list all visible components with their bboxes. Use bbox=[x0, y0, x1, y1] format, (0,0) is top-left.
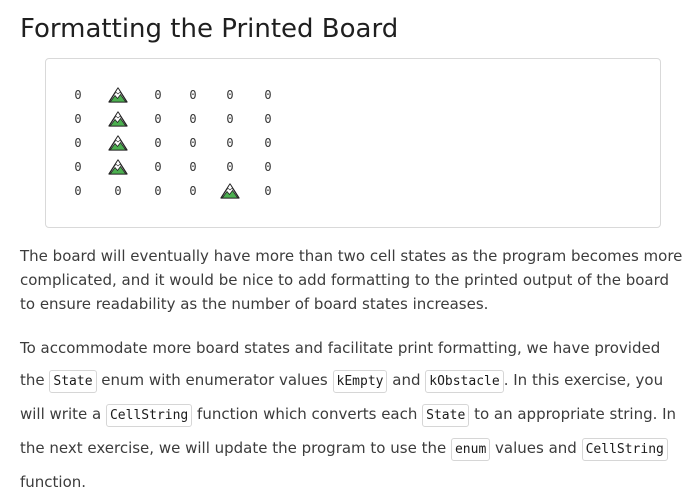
text: and bbox=[387, 371, 426, 389]
text: function. bbox=[20, 473, 87, 491]
text: function which converts each bbox=[192, 405, 423, 423]
board-cell-empty: 0 bbox=[264, 160, 272, 174]
code-state: State bbox=[49, 370, 97, 393]
board-cell-empty: 0 bbox=[154, 88, 162, 102]
code-cellstring: CellString bbox=[105, 404, 193, 427]
board-cell-empty: 0 bbox=[114, 184, 122, 198]
mountain-icon bbox=[108, 111, 128, 127]
code-enum: enum bbox=[450, 438, 491, 461]
board-cell-empty: 0 bbox=[74, 136, 82, 150]
intro-paragraph: The board will eventually have more than… bbox=[20, 247, 683, 313]
board-cell-empty: 0 bbox=[74, 88, 82, 102]
board-cell-empty: 0 bbox=[189, 184, 197, 198]
board-cell-empty: 0 bbox=[226, 88, 234, 102]
board-cell-empty: 0 bbox=[264, 88, 272, 102]
mountain-icon bbox=[108, 87, 128, 103]
board-cell-empty: 0 bbox=[264, 184, 272, 198]
board-cell-empty: 0 bbox=[264, 112, 272, 126]
board-cell-empty: 0 bbox=[226, 112, 234, 126]
text: enum with enumerator values bbox=[96, 371, 333, 389]
board-cell-empty: 0 bbox=[74, 184, 82, 198]
board-cell-empty: 0 bbox=[74, 160, 82, 174]
code-cellstring: CellString bbox=[581, 438, 668, 461]
board-output-box: 0 0 0 0 0 0 0 0 0 0 0 0 0 0 0 0 0 0 0 0 0 0 0 0 0 bbox=[45, 58, 661, 228]
board-cell-empty: 0 bbox=[189, 112, 197, 126]
lesson-page: Formatting the Printed Board 00000000000… bbox=[0, 0, 699, 491]
board-cell-empty: 0 bbox=[226, 136, 234, 150]
code-kobstacle: kObstacle bbox=[425, 370, 504, 393]
board-cell-empty: 0 bbox=[189, 160, 197, 174]
code-kempty: kEmpty bbox=[332, 370, 388, 393]
code-state: State bbox=[422, 404, 470, 427]
board-cell-empty: 0 bbox=[226, 160, 234, 174]
text: values and bbox=[490, 439, 582, 457]
mountain-icon bbox=[108, 159, 128, 175]
board-cell-empty: 0 bbox=[264, 136, 272, 150]
board-cell-empty: 0 bbox=[154, 184, 162, 198]
board-cell-empty: 0 bbox=[189, 88, 197, 102]
board-cell-empty: 0 bbox=[189, 136, 197, 150]
page-title: Formatting the Printed Board bbox=[20, 14, 399, 44]
mountain-icon bbox=[220, 183, 240, 199]
exercise-paragraph: To accommodate more board states and fac… bbox=[20, 332, 686, 498]
board-cell-empty: 0 bbox=[154, 136, 162, 150]
board-cell-empty: 0 bbox=[154, 160, 162, 174]
mountain-icon bbox=[108, 135, 128, 151]
board-cell-empty: 0 bbox=[74, 112, 82, 126]
board-cell-empty: 0 bbox=[154, 112, 162, 126]
